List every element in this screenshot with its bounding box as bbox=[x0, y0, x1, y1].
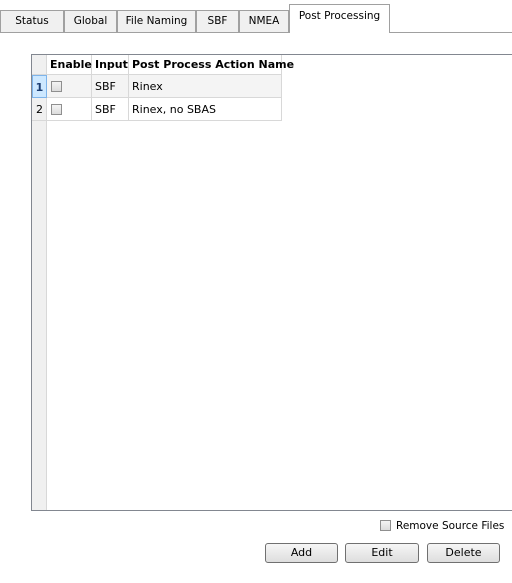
post-process-table[interactable]: Enable Input Post Process Action Name 1 … bbox=[31, 54, 512, 511]
tab-sbf[interactable]: SBF bbox=[196, 10, 239, 32]
row-header[interactable]: 1 bbox=[32, 75, 47, 98]
row-header-column bbox=[32, 75, 47, 510]
action-name-cell[interactable]: Rinex bbox=[129, 75, 282, 98]
add-button[interactable]: Add bbox=[265, 543, 338, 563]
tab-post-processing[interactable]: Post Processing bbox=[289, 4, 390, 33]
enable-cell[interactable] bbox=[47, 98, 92, 121]
input-cell[interactable]: SBF bbox=[92, 98, 129, 121]
column-header-enable[interactable]: Enable bbox=[47, 55, 92, 75]
delete-button[interactable]: Delete bbox=[427, 543, 500, 563]
column-header-action-name[interactable]: Post Process Action Name bbox=[129, 55, 294, 75]
tab-status[interactable]: Status bbox=[0, 10, 64, 32]
input-cell[interactable]: SBF bbox=[92, 75, 129, 98]
enable-cell[interactable] bbox=[47, 75, 92, 98]
remove-source-files-checkbox[interactable] bbox=[380, 519, 391, 531]
tab-nmea[interactable]: NMEA bbox=[239, 10, 289, 32]
tab-global[interactable]: Global bbox=[64, 10, 117, 32]
edit-button[interactable]: Edit bbox=[345, 543, 419, 563]
enable-checkbox[interactable] bbox=[51, 80, 62, 92]
remove-source-files-option[interactable]: Remove Source Files bbox=[380, 519, 504, 533]
action-name-cell[interactable]: Rinex, no SBAS bbox=[129, 98, 282, 121]
enable-checkbox[interactable] bbox=[51, 103, 62, 115]
column-header-input[interactable]: Input bbox=[92, 55, 129, 75]
row-header[interactable]: 2 bbox=[32, 98, 47, 121]
remove-source-files-label: Remove Source Files bbox=[396, 520, 505, 532]
tab-strip: Status Global File Naming SBF NMEA Post … bbox=[0, 0, 512, 33]
tab-divider bbox=[0, 32, 512, 33]
table-corner[interactable] bbox=[32, 55, 47, 75]
tab-file-naming[interactable]: File Naming bbox=[117, 10, 196, 32]
